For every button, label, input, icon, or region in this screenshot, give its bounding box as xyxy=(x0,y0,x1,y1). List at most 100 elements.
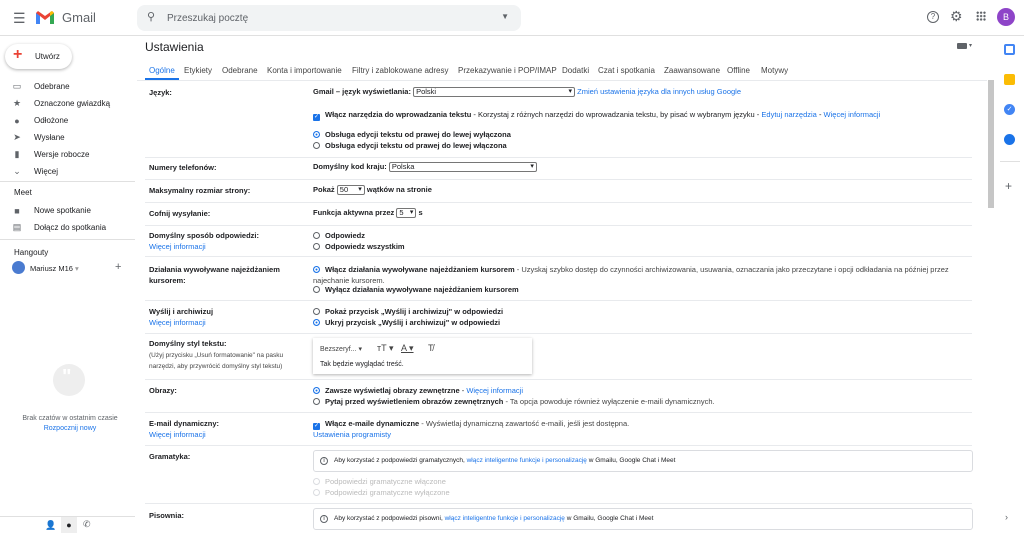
font-size-icon[interactable]: тT ▾ xyxy=(377,343,393,354)
reply-option[interactable]: Odpowiedz xyxy=(313,231,365,240)
search-icon[interactable]: ⚲ xyxy=(147,10,155,23)
start-new-chat-link[interactable]: Rozpocznij nowy xyxy=(0,425,140,432)
smart-features-link[interactable]: włącz inteligentne funkcje i personaliza… xyxy=(467,457,587,464)
radio[interactable] xyxy=(313,308,320,315)
add-chat-icon[interactable]: + xyxy=(115,261,121,273)
tab-advanced[interactable]: Zaawansowane xyxy=(664,66,720,75)
tab-filters[interactable]: Filtry i zablokowane adresy xyxy=(352,66,448,75)
tab-general[interactable]: Ogólne xyxy=(149,66,175,75)
meet-heading: Meet xyxy=(14,188,32,197)
dynamic-email-option[interactable]: ✓Włącz e-maile dynamiczne - Wyświetlaj d… xyxy=(313,419,629,430)
developer-settings-link[interactable]: Ustawienia programisty xyxy=(313,430,391,439)
clock-icon: ● xyxy=(0,116,34,126)
remove-formatting-icon[interactable]: T̸ xyxy=(428,343,434,353)
sidebar-item-snoozed[interactable]: ●Odłożone xyxy=(0,112,135,129)
contacts-icon[interactable] xyxy=(1004,134,1015,145)
tab-forwarding[interactable]: Przekazywanie i POP/IMAP xyxy=(458,66,557,75)
sidebar-item-sent[interactable]: ➤Wysłane xyxy=(0,129,135,146)
radio[interactable] xyxy=(313,286,320,293)
reply-all-option[interactable]: Odpowiedz wszystkim xyxy=(313,242,405,251)
calendar-icon[interactable] xyxy=(1004,44,1015,55)
radio[interactable] xyxy=(313,243,320,250)
tab-offline[interactable]: Offline xyxy=(727,66,750,75)
tab-addons[interactable]: Dodatki xyxy=(562,66,589,75)
more-info-link[interactable]: Więcej informacji xyxy=(149,242,206,251)
sidebar-item-more[interactable]: ⌄Więcej xyxy=(0,163,135,180)
font-family-dropdown[interactable]: Bezszeryf... ▾ xyxy=(320,345,362,353)
chevron-down-icon[interactable]: ▾ xyxy=(969,42,972,49)
smart-features-link[interactable]: włącz inteligentne funkcje i personaliza… xyxy=(445,515,565,522)
divider xyxy=(0,181,135,182)
page-size-select[interactable]: 50 xyxy=(337,185,365,195)
keyboard-icon[interactable] xyxy=(957,43,967,49)
radio-disabled[interactable] xyxy=(313,489,320,496)
rtl-on-option[interactable]: Obsługa edycji tekstu od prawej do lewej… xyxy=(313,141,507,150)
scrollbar-thumb[interactable] xyxy=(988,80,994,208)
divider xyxy=(145,300,972,301)
account-avatar[interactable]: B xyxy=(997,8,1015,26)
main-menu-icon[interactable]: ☰ xyxy=(13,10,26,27)
tab-accounts[interactable]: Konta i importowanie xyxy=(267,66,342,75)
divider xyxy=(145,333,972,334)
images-label: Obrazy: xyxy=(149,386,177,395)
radio-selected[interactable] xyxy=(313,319,320,326)
gmail-logo-icon[interactable] xyxy=(35,10,55,25)
tab-inbox[interactable]: Odebrane xyxy=(222,66,258,75)
grammar-off-option[interactable]: Podpowiedzi gramatyczne wyłączone xyxy=(313,488,450,497)
keep-icon[interactable] xyxy=(1004,74,1015,85)
divider xyxy=(145,157,972,158)
search-options-icon[interactable]: ▼ xyxy=(501,12,509,21)
more-info-link[interactable]: Więcej informacji xyxy=(824,110,881,119)
hover-enable-option[interactable]: Włącz działania wywoływane najeżdżaniem … xyxy=(313,264,963,286)
radio[interactable] xyxy=(313,232,320,239)
help-icon[interactable]: ? xyxy=(927,11,939,23)
search-input[interactable]: ⚲ Przeszukaj pocztę ▼ xyxy=(137,5,521,31)
grammar-on-option[interactable]: Podpowiedzi gramatyczne włączone xyxy=(313,477,446,486)
radio[interactable] xyxy=(313,398,320,405)
country-code-select[interactable]: Polska xyxy=(389,162,537,172)
user-avatar[interactable] xyxy=(12,261,25,274)
radio-selected[interactable] xyxy=(313,387,320,394)
tab-chat-meet[interactable]: Czat i spotkania xyxy=(598,66,655,75)
display-language-select[interactable]: Polski xyxy=(413,87,575,97)
more-info-link[interactable]: Więcej informacji xyxy=(466,386,523,395)
radio-selected[interactable] xyxy=(313,131,320,138)
more-info-link[interactable]: Więcej informacji xyxy=(149,318,206,327)
radio[interactable] xyxy=(313,142,320,149)
edit-tools-link[interactable]: Edytuj narzędzia xyxy=(761,110,816,119)
radio-disabled[interactable] xyxy=(313,478,320,485)
settings-gear-icon[interactable]: ⚙ xyxy=(950,8,963,25)
contacts-icon[interactable]: 👤 xyxy=(45,520,56,531)
always-show-images-option[interactable]: Zawsze wyświetlaj obrazy zewnętrzne - Wi… xyxy=(313,386,523,395)
tasks-icon[interactable]: ✓ xyxy=(1004,104,1015,115)
input-tools-checkbox[interactable]: ✓ xyxy=(313,114,320,121)
change-language-link[interactable]: Zmień ustawienia języka dla innych usług… xyxy=(577,87,741,96)
ask-images-option[interactable]: Pytaj przed wyświetleniem obrazów zewnęt… xyxy=(313,397,715,406)
phone-icon[interactable]: ✆ xyxy=(83,519,91,530)
sidebar-item-inbox[interactable]: ▭Odebrane xyxy=(0,78,135,95)
tab-labels[interactable]: Etykiety xyxy=(184,66,212,75)
show-side-panel-icon[interactable]: › xyxy=(1005,512,1008,522)
label: Wersje robocze xyxy=(34,150,89,159)
apps-grid-icon[interactable] xyxy=(976,11,986,21)
hide-send-archive-option[interactable]: Ukryj przycisk „Wyślij i archiwizuj" w o… xyxy=(313,318,500,327)
compose-button[interactable]: + Utwórz xyxy=(5,44,72,69)
undo-period-select[interactable]: 5 xyxy=(396,208,416,218)
dynamic-email-checkbox[interactable]: ✓ xyxy=(313,423,320,430)
text-color-icon[interactable]: A ▾ xyxy=(401,343,414,354)
label: Wyłącz działania wywoływane najeżdżaniem… xyxy=(325,285,519,294)
sidebar-item-drafts[interactable]: ▮Wersje robocze xyxy=(0,146,135,163)
get-addons-plus-icon[interactable]: + xyxy=(1005,179,1012,193)
chat-bubble-icon[interactable]: ● xyxy=(61,517,77,533)
divider xyxy=(145,225,972,226)
show-send-archive-option[interactable]: Pokaż przycisk „Wyślij i archiwizuj" w o… xyxy=(313,307,503,316)
tab-themes[interactable]: Motywy xyxy=(761,66,788,75)
more-info-link[interactable]: Więcej informacji xyxy=(149,430,206,439)
join-meeting-button[interactable]: ▤Dołącz do spotkania xyxy=(0,219,135,236)
new-meeting-button[interactable]: ■Nowe spotkanie xyxy=(0,202,135,219)
radio-selected[interactable] xyxy=(313,266,320,273)
rtl-off-option[interactable]: Obsługa edycji tekstu od prawej do lewej… xyxy=(313,130,511,139)
sidebar-item-starred[interactable]: ★Oznaczone gwiazdką xyxy=(0,95,135,112)
hover-disable-option[interactable]: Wyłącz działania wywoływane najeżdżaniem… xyxy=(313,285,519,294)
hangouts-user[interactable]: Mariusz M16 ▾ xyxy=(30,264,79,273)
